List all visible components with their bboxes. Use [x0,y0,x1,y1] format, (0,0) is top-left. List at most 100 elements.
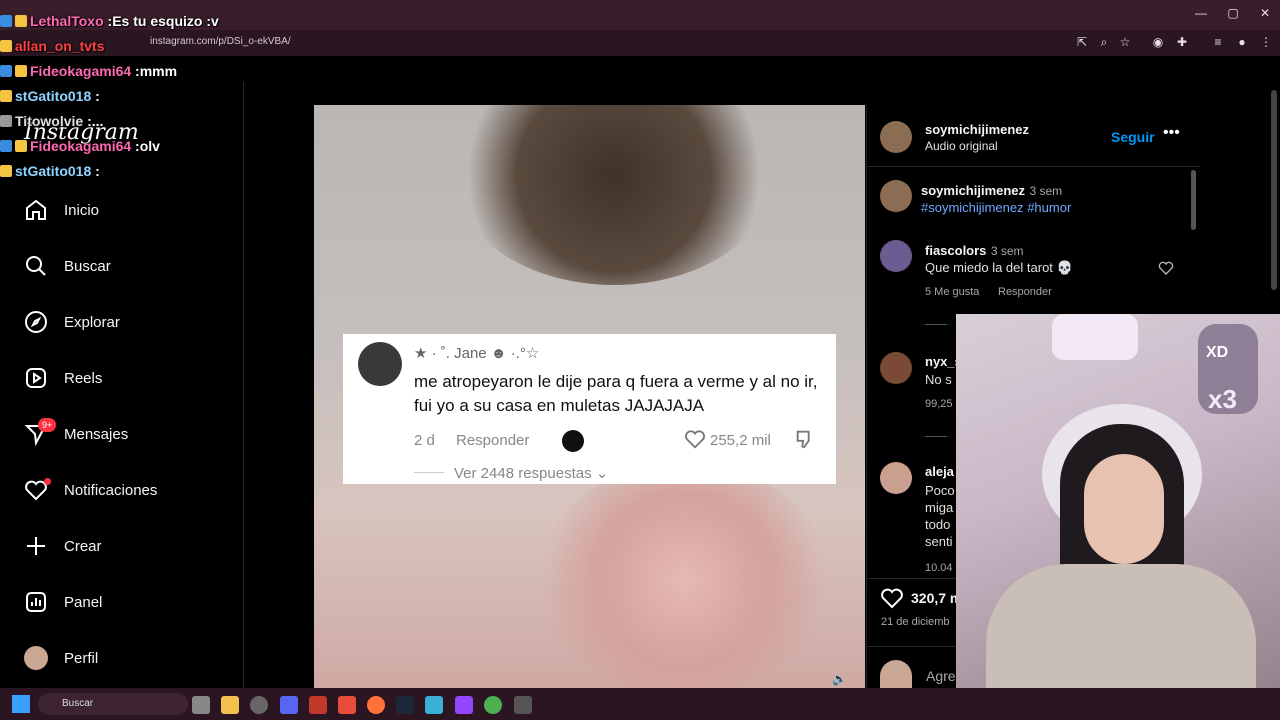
nav-label: Panel [64,593,103,611]
comment-time: 3 sem [990,244,1024,258]
puzzle-icon[interactable]: ✚ [1174,34,1190,50]
comment-username: ★ · ˚. Jane ☻ ·.°☆ [414,345,540,362]
comment-likes[interactable]: 10.04 [925,562,953,574]
taskbar-search[interactable]: Buscar [38,693,188,715]
add-comment-input[interactable]: Agre [926,668,956,684]
dashboard-icon [22,588,50,616]
nav-label: Reels [64,369,103,387]
view-replies: Ver 2448 respuestas ⌄ [454,465,609,482]
zoom-icon[interactable]: ⌕ [1096,34,1112,50]
app-icon[interactable] [455,696,473,714]
home-icon [22,196,50,224]
nav-inicio[interactable]: Inicio [22,190,232,230]
comment-reply[interactable]: Responder [998,286,1052,298]
caption-username[interactable]: soymichijimenez [921,183,1025,198]
caption-hashtags[interactable]: #soymichijimenez #humor [921,200,1071,215]
search-icon [22,252,50,280]
reels-icon [22,364,50,392]
comment-likes[interactable]: 99,25 [925,398,953,410]
badge-icon [15,139,27,152]
firefox-icon[interactable] [367,696,385,714]
nav-label: Inicio [64,201,100,219]
dislike-icon [794,428,816,455]
like-count[interactable]: 320,7 m [911,590,962,606]
like-outline-icon [684,428,706,455]
chat-line: allan_on_tvts [0,33,280,58]
face [1084,454,1164,564]
start-icon[interactable] [12,695,30,713]
extension-icon[interactable]: ◉ [1150,34,1166,50]
profile-avatar [22,644,50,672]
chat-line: Fideokagami64 : mmm [0,58,280,83]
maximize-icon[interactable]: ▢ [1218,6,1248,20]
nav-perfil[interactable]: Perfil [22,638,232,678]
scrollbar[interactable] [1191,170,1196,230]
playlist-icon[interactable]: ≡ [1210,34,1226,50]
nav-label: Perfil [64,649,99,667]
chat-line: Fideokagami64 : olv [0,133,280,158]
nav-notificaciones[interactable]: Notificaciones [22,470,232,510]
chat-user: LethalToxo [30,12,104,29]
badge-icon [0,139,12,152]
author-avatar[interactable] [880,121,912,153]
app-icon[interactable] [309,696,327,714]
app-icon[interactable] [338,696,356,714]
more-options-icon[interactable]: ••• [1163,124,1180,142]
author-username[interactable]: soymichijimenez [925,122,1029,137]
file-explorer-icon[interactable] [221,696,239,714]
comment-text: Que miedo la del tarot 💀 [925,260,1073,275]
chat-user: Fideokagami64 [30,137,132,154]
nav-crear[interactable]: Crear [22,526,232,566]
badge-icon [0,64,12,77]
comment-header: fiascolors 3 sem [925,242,1024,260]
steam-icon[interactable] [396,696,414,714]
comment-text: No s [925,372,952,387]
divider [866,166,1200,167]
audio-label[interactable]: Audio original [925,139,998,153]
comment-like-icon[interactable] [1158,260,1174,281]
chrome-icon[interactable] [484,696,502,714]
close-icon[interactable]: ✕ [1250,6,1280,20]
install-icon[interactable]: ⇱ [1074,34,1090,50]
post-date: 21 de diciemb [881,616,950,628]
discord-icon[interactable] [280,696,298,714]
comment-text: Poco miga todo senti [925,483,955,549]
bookmark-star-icon[interactable]: ☆ [1117,34,1133,50]
app-icon[interactable] [425,696,443,714]
commenter-avatar [880,660,912,688]
task-view-icon[interactable] [192,696,210,714]
like-icon[interactable] [880,586,904,615]
nav-label: Crear [64,537,102,555]
page-scrollbar[interactable] [1271,90,1277,290]
nav-label: Notificaciones [64,481,158,499]
audio-icon[interactable]: 🔈 [832,672,847,686]
nav-buscar[interactable]: Buscar [22,246,232,286]
app-icon[interactable] [250,696,268,714]
badge-icon [0,164,12,177]
comment-username[interactable]: fiascolors [925,243,986,258]
badge-icon [0,114,12,127]
badge-icon [15,64,27,77]
profile-icon[interactable]: ● [1234,34,1250,50]
nav-panel[interactable]: Panel [22,582,232,622]
comment-avatar[interactable] [880,462,912,494]
chat-msg: mmm [139,62,178,79]
follow-button[interactable]: Seguir [1111,129,1155,145]
heart-sticker-icon [562,430,584,452]
caption-avatar[interactable] [880,180,912,212]
comment-reply: Responder [456,432,530,449]
chat-msg: Es tu esquizo :v [112,12,219,29]
minimize-icon[interactable]: — [1186,6,1216,20]
nav-explorar[interactable]: Explorar [22,302,232,342]
comment-likes[interactable]: 5 Me gusta [925,286,979,298]
chat-line: LethalToxo : Es tu esquizo :v [0,8,280,33]
comment-avatar[interactable] [880,240,912,272]
app-icon[interactable] [514,696,532,714]
comment-avatar[interactable] [880,352,912,384]
menu-dots-icon[interactable]: ⋮ [1258,34,1274,50]
cat-sticker [1052,314,1138,360]
comment-username[interactable]: aleja [925,464,954,479]
divider [414,472,444,473]
chat-user: allan_on_tvts [15,37,105,54]
nav-reels[interactable]: Reels [22,358,232,398]
